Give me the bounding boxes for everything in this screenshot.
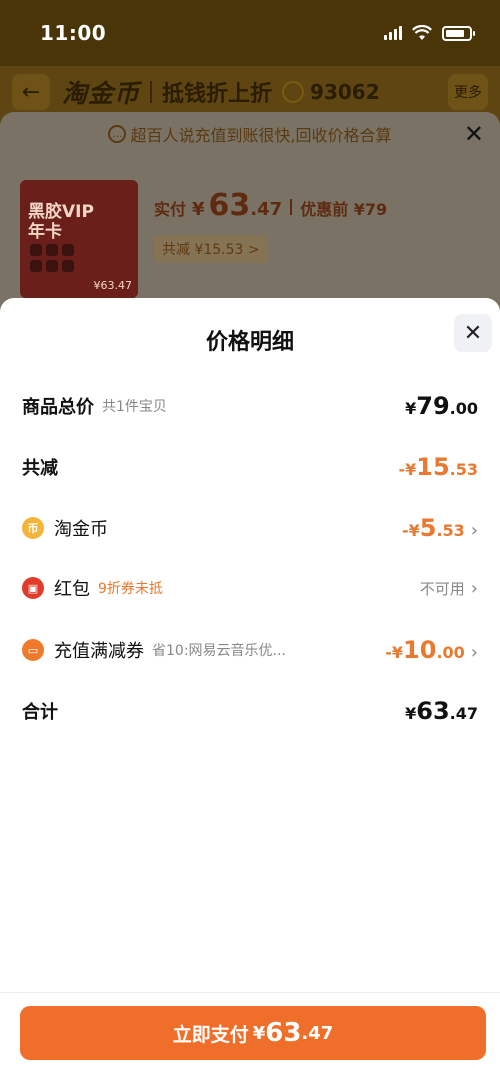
- row-amount: -¥ 10 .00 ›: [385, 636, 478, 664]
- sheet-title: 价格明细: [205, 330, 294, 355]
- pay-now-button[interactable]: 立即支付 ¥ 63 .47: [20, 1006, 486, 1060]
- status-time: 11:00: [40, 21, 107, 45]
- row-label: 商品总价: [22, 397, 94, 418]
- price-detail-sheet: 价格明细 ✕ 商品总价 共1件宝贝 ¥ 79 .00 共减 -¥ 15 .53 …: [0, 298, 500, 1068]
- pay-amount-int: 63: [265, 1018, 302, 1048]
- paid-divider: [290, 199, 293, 215]
- pay-amount-dec: .47: [301, 1022, 334, 1044]
- close-icon[interactable]: ✕: [464, 120, 484, 148]
- chevron-right-icon: ›: [470, 642, 478, 663]
- product-sheet: … 超百人说充值到账很快,回收价格合算 ✕ 黑胶VIP 年卡 ¥63.47 实付 …: [0, 112, 500, 312]
- row-label: 合计: [22, 702, 58, 723]
- row-sub: 省10:网易云音乐优...: [152, 643, 286, 659]
- paid-label: 实付: [154, 200, 187, 219]
- row-label: 共减: [22, 458, 58, 479]
- row-sum: 合计 ¥ 63 .47: [22, 697, 478, 725]
- bottom-divider: [0, 992, 500, 993]
- signal-icon: [384, 26, 402, 40]
- product-row: 黑胶VIP 年卡 ¥63.47 实付 ¥ 63 .47 优惠前 ¥79 共减 ¥1…: [0, 156, 500, 298]
- row-taojinbi[interactable]: 币 淘金币 -¥ 5 .53 ›: [22, 514, 478, 542]
- pay-label: 立即支付: [172, 1023, 249, 1046]
- row-amount: -¥ 5 .53 ›: [401, 514, 478, 542]
- product-image-price: ¥63.47: [93, 279, 133, 292]
- brand-title: 淘金币: [62, 79, 141, 108]
- row-amount: ¥ 63 .47: [405, 697, 478, 725]
- row-sub: 共1件宝贝: [102, 399, 167, 415]
- row-red-packet[interactable]: ▣ 红包 9折券未抵 不可用 ›: [22, 575, 478, 601]
- row-amount: ¥ 79 .00: [405, 392, 478, 420]
- paid-currency: ¥: [192, 199, 205, 220]
- status-bar: 11:00: [0, 0, 500, 66]
- chevron-right-icon: ›: [470, 577, 478, 599]
- product-image-title: 黑胶VIP 年卡: [28, 202, 94, 242]
- status-icons: [384, 25, 475, 41]
- close-icon: ✕: [463, 320, 483, 346]
- paid-amount-int: 63: [208, 188, 251, 223]
- row-total-reduced: 共减 -¥ 15 .53: [22, 453, 478, 481]
- coin-icon: 币: [22, 517, 44, 539]
- wifi-icon: [412, 25, 432, 40]
- row-label: 红包: [54, 579, 90, 600]
- before-price: 优惠前 ¥79: [300, 200, 388, 219]
- page-header: ← 淘金币 抵钱折上折 93062 更多: [0, 66, 500, 118]
- back-arrow-icon: ←: [21, 79, 41, 105]
- row-amount: -¥ 15 .53: [398, 453, 478, 481]
- row-voucher[interactable]: ▭ 充值满减券 省10:网易云音乐优... -¥ 10 .00 ›: [22, 636, 478, 664]
- red-packet-icon: ▣: [22, 577, 44, 599]
- pay-currency: ¥: [252, 1022, 266, 1044]
- reduce-chip[interactable]: 共减 ¥15.53 >: [154, 235, 268, 263]
- header-slogan: 抵钱折上折: [162, 82, 273, 107]
- voucher-icon: ▭: [22, 639, 44, 661]
- chevron-right-icon: ›: [470, 520, 478, 541]
- row-sub: 9折券未抵: [98, 581, 163, 597]
- row-label: 充值满减券: [54, 641, 144, 662]
- coin-count: 93062: [310, 80, 380, 104]
- header-divider: [150, 81, 153, 103]
- close-button[interactable]: ✕: [454, 314, 492, 352]
- back-button[interactable]: ←: [12, 74, 50, 110]
- notice-text: 超百人说充值到账很快,回收价格合算: [130, 126, 392, 145]
- chat-icon: …: [108, 125, 127, 143]
- row-status: 不可用 ›: [419, 577, 478, 599]
- paid-line: 实付 ¥ 63 .47 优惠前 ¥79: [154, 188, 387, 223]
- product-info: 实付 ¥ 63 .47 优惠前 ¥79 共减 ¥15.53 >: [154, 180, 387, 298]
- battery-icon: [442, 25, 475, 41]
- notice-bar: … 超百人说充值到账很快,回收价格合算 ✕: [0, 112, 500, 156]
- paid-amount-dec: .47: [250, 199, 283, 220]
- more-button[interactable]: 更多: [448, 74, 488, 110]
- row-label: 淘金币: [54, 519, 108, 540]
- row-total-price: 商品总价 共1件宝贝 ¥ 79 .00: [22, 392, 478, 420]
- product-image: 黑胶VIP 年卡 ¥63.47: [20, 180, 138, 298]
- coin-icon: [282, 81, 305, 103]
